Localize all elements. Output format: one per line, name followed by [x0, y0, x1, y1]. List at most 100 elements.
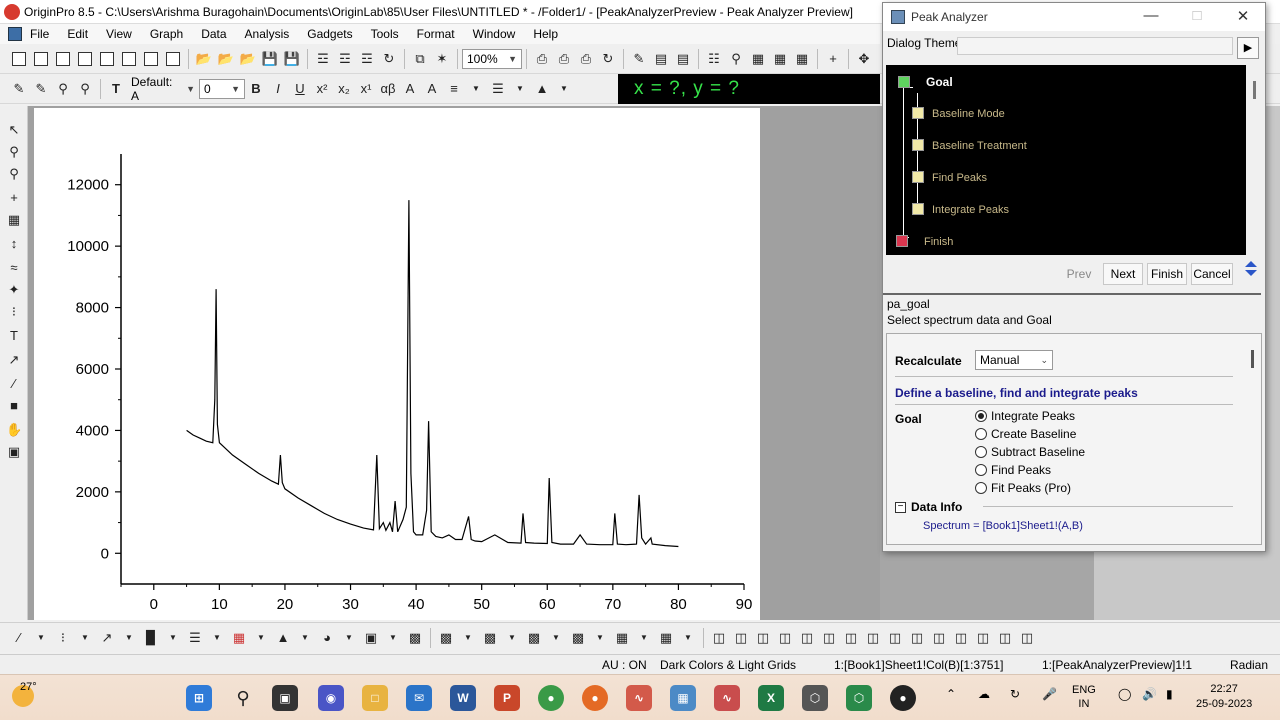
- file-explorer-icon[interactable]: □: [362, 685, 388, 711]
- goal-option-integrate-peaks[interactable]: Integrate Peaks: [975, 408, 1075, 424]
- duplicate-icon[interactable]: ⧉: [410, 49, 430, 69]
- search-icon[interactable]: ⚲: [726, 49, 746, 69]
- media-icon[interactable]: ●: [890, 685, 916, 711]
- align-left-icon[interactable]: ◫: [709, 628, 729, 648]
- batch-plot-icon[interactable]: ✶: [432, 49, 452, 69]
- collapse-down-icon[interactable]: [1245, 270, 1257, 276]
- cancel-button[interactable]: Cancel: [1191, 263, 1233, 285]
- dialog-theme-field[interactable]: [957, 37, 1233, 55]
- cloud-icon[interactable]: ☁: [978, 687, 990, 701]
- open-excel-icon[interactable]: 📂: [238, 49, 258, 69]
- chat-icon[interactable]: ◉: [318, 685, 344, 711]
- dropdown-icon[interactable]: ▼: [163, 628, 183, 648]
- refresh-icon[interactable]: ↻: [598, 49, 618, 69]
- import-wizard-icon[interactable]: ☲: [357, 49, 377, 69]
- data-selector-icon[interactable]: ↕: [6, 236, 22, 252]
- origin-taskbar-icon[interactable]: ∿: [626, 685, 652, 711]
- subscript-icon[interactable]: x₂: [334, 79, 354, 99]
- goal-option-subtract-baseline[interactable]: Subtract Baseline: [975, 444, 1085, 460]
- arrow-tool-icon[interactable]: ↗: [6, 352, 22, 368]
- backward-icon[interactable]: ◫: [973, 628, 993, 648]
- project-explorer-icon[interactable]: ☷: [704, 49, 724, 69]
- italic-icon[interactable]: I: [268, 79, 288, 99]
- align-icon[interactable]: ≡: [444, 79, 464, 99]
- dropdown-icon[interactable]: ▼: [458, 628, 478, 648]
- app-icon[interactable]: ▦: [670, 685, 696, 711]
- contour-icon[interactable]: ▦: [612, 628, 632, 648]
- hand-tool-icon[interactable]: ✋: [6, 422, 22, 438]
- fill-dropdown-icon[interactable]: ▼: [510, 79, 530, 99]
- supersub-icon[interactable]: x¹: [356, 79, 376, 99]
- save-template-icon[interactable]: 💾: [282, 49, 302, 69]
- graph-page[interactable]: 0 10 20 30 40 50 60 70 80 90 0 2000 4000 6000 8000 1000…: [34, 108, 760, 620]
- line-symbol-plot-icon[interactable]: ↗: [97, 628, 117, 648]
- spectrum-series-line[interactable]: [186, 200, 679, 548]
- brush-alt-icon[interactable]: ✎: [31, 79, 51, 99]
- font-size-select[interactable]: 0 ▼: [199, 78, 245, 99]
- flow-scrollbar[interactable]: [1253, 81, 1256, 99]
- ungroup-icon[interactable]: ◫: [1017, 628, 1037, 648]
- font-color-icon[interactable]: ▲: [532, 79, 552, 99]
- decrease-font-icon[interactable]: A: [422, 79, 442, 99]
- export-icon[interactable]: ⎙: [576, 49, 596, 69]
- next-button[interactable]: Next: [1103, 263, 1143, 285]
- align-right-icon[interactable]: ◫: [731, 628, 751, 648]
- goal-option-fit-peaks[interactable]: Fit Peaks (Pro): [975, 480, 1071, 496]
- panel-scrollbar[interactable]: [1251, 350, 1254, 368]
- find-peaks-node-icon[interactable]: [912, 171, 924, 183]
- save-project-icon[interactable]: 💾: [260, 49, 280, 69]
- pin-icon[interactable]: ⚲: [53, 79, 73, 99]
- back-icon[interactable]: ◫: [929, 628, 949, 648]
- flow-finish[interactable]: Finish: [924, 236, 953, 248]
- pointer-icon[interactable]: ↖: [6, 122, 22, 138]
- results-log-icon[interactable]: ▤: [651, 49, 671, 69]
- dropdown-icon[interactable]: ▼: [75, 628, 95, 648]
- fill-icon[interactable]: ☰: [488, 79, 508, 99]
- baseline-mode-node-icon[interactable]: [912, 107, 924, 119]
- same-width-icon[interactable]: ◫: [863, 628, 883, 648]
- show-hidden-icon[interactable]: ⌃: [946, 687, 956, 701]
- font-color-dropdown-icon[interactable]: ▼: [554, 79, 574, 99]
- add-layer-icon[interactable]: +: [823, 49, 843, 69]
- start-icon[interactable]: ⊞: [186, 685, 212, 711]
- region-tool-icon[interactable]: ▣: [6, 444, 22, 460]
- text-tool-icon[interactable]: T: [6, 328, 22, 344]
- dropdown-icon[interactable]: ▼: [339, 628, 359, 648]
- distribute-h-icon[interactable]: ◫: [819, 628, 839, 648]
- rescale-icon[interactable]: ✥: [854, 49, 874, 69]
- flow-goal[interactable]: Goal: [926, 75, 953, 89]
- language-indicator[interactable]: ENG IN: [1072, 683, 1096, 711]
- menu-gadgets[interactable]: Gadgets: [299, 27, 362, 41]
- dropdown-icon[interactable]: ▼: [207, 628, 227, 648]
- close-icon[interactable]: ✕: [1229, 7, 1257, 27]
- open-template-icon[interactable]: 📂: [216, 49, 236, 69]
- document-icon[interactable]: [8, 27, 22, 41]
- font-icon[interactable]: T: [106, 79, 126, 99]
- copy-page-icon[interactable]: ⎙: [554, 49, 574, 69]
- stack-plot-icon[interactable]: ☰: [185, 628, 205, 648]
- data-reader-icon[interactable]: ▦: [6, 212, 22, 228]
- 3d-plot-icon[interactable]: ▩: [405, 628, 425, 648]
- prev-button[interactable]: Prev: [1059, 263, 1099, 285]
- align-center-icon[interactable]: ◫: [797, 628, 817, 648]
- bold-icon[interactable]: B: [246, 79, 266, 99]
- new-excel-icon[interactable]: [119, 49, 139, 69]
- network-icon[interactable]: ◯: [1118, 687, 1131, 701]
- increase-font-icon[interactable]: A: [400, 79, 420, 99]
- zoom-out-icon[interactable]: ⚲: [6, 166, 22, 182]
- flow-step-baseline-treatment[interactable]: Baseline Treatment: [932, 140, 1027, 152]
- distribute-v-icon[interactable]: ◫: [841, 628, 861, 648]
- toggle-messages-icon[interactable]: ▦: [770, 49, 790, 69]
- dropdown-icon[interactable]: ▼: [383, 628, 403, 648]
- integrate-peaks-node-icon[interactable]: [912, 203, 924, 215]
- polar-plot-icon[interactable]: ◕: [317, 628, 337, 648]
- word-icon[interactable]: W: [450, 685, 476, 711]
- superscript-icon[interactable]: x²: [312, 79, 332, 99]
- new-notes-icon[interactable]: [163, 49, 183, 69]
- task-view-icon[interactable]: ▣: [272, 685, 298, 711]
- dropdown-icon[interactable]: ▼: [251, 628, 271, 648]
- greek-icon[interactable]: αβ: [378, 79, 398, 99]
- dropdown-icon[interactable]: ▼: [634, 628, 654, 648]
- 3d-scatter-icon[interactable]: ▩: [568, 628, 588, 648]
- new-function-icon[interactable]: [97, 49, 117, 69]
